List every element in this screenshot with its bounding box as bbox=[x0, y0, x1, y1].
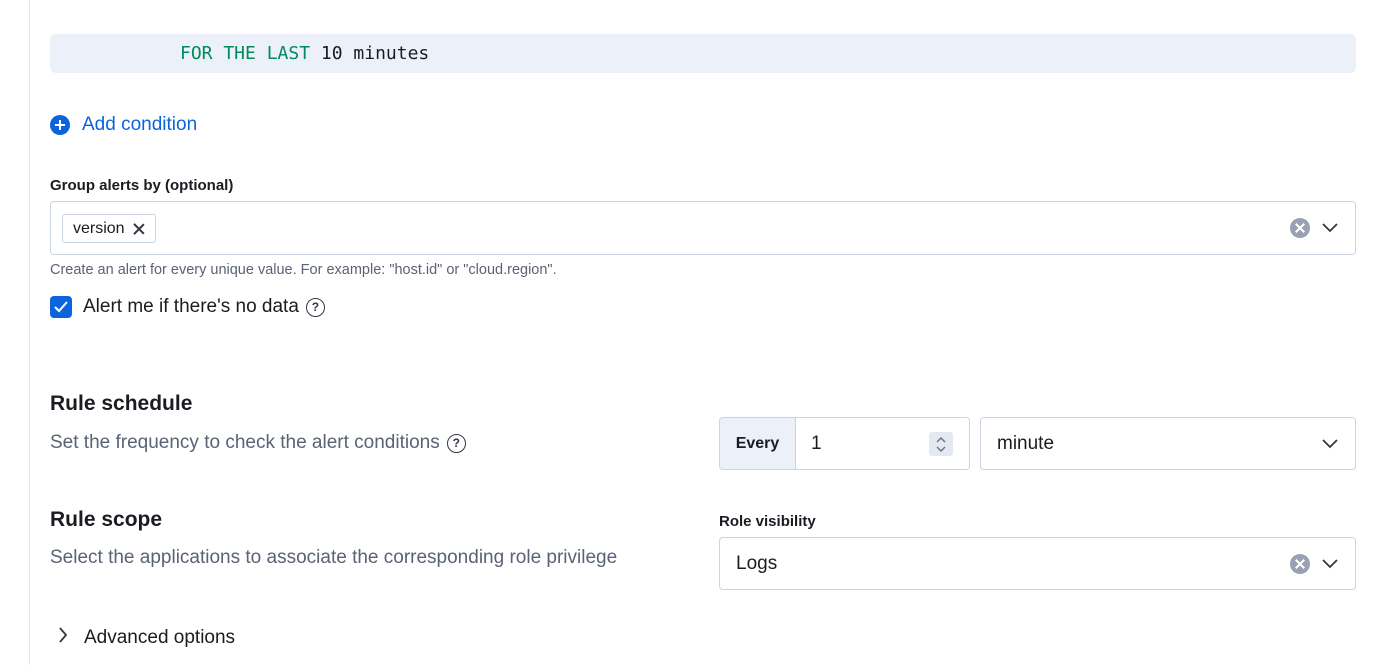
rule-scope-description-text: Select the applications to associate the… bbox=[50, 547, 618, 568]
group-by-pill: version bbox=[62, 214, 156, 243]
chevron-down-icon[interactable] bbox=[1321, 222, 1339, 234]
interval-value: 1 bbox=[811, 433, 822, 454]
clear-icon[interactable] bbox=[1290, 554, 1310, 574]
add-condition-button[interactable]: Add condition bbox=[50, 114, 197, 136]
question-icon[interactable]: ? bbox=[305, 297, 325, 317]
chevron-down-icon bbox=[1321, 438, 1339, 450]
every-prefix: Every bbox=[720, 418, 796, 469]
rule-schedule-description: Set the frequency to check the alert con… bbox=[50, 432, 440, 453]
interval-unit-value: minute bbox=[997, 433, 1055, 454]
advanced-options-toggle[interactable]: Advanced options bbox=[58, 626, 235, 649]
rule-scope-description: Select the applications to associate the… bbox=[50, 547, 617, 569]
plus-circle-icon bbox=[50, 115, 70, 135]
role-visibility-value: Logs bbox=[736, 553, 778, 574]
question-icon[interactable]: ? bbox=[446, 433, 466, 453]
group-by-help-text: Create an alert for every unique value. … bbox=[50, 262, 557, 278]
query-keyword: FOR THE LAST bbox=[180, 43, 311, 64]
interval-unit-select[interactable]: minute bbox=[980, 417, 1356, 470]
role-visibility-select[interactable]: Logs bbox=[719, 537, 1356, 590]
group-by-combobox[interactable]: version bbox=[50, 201, 1356, 255]
query-code-block: FOR THE LAST 10 minutes bbox=[50, 34, 1356, 73]
remove-pill-icon[interactable] bbox=[133, 223, 145, 235]
add-condition-label: Add condition bbox=[82, 114, 198, 135]
chevron-down-icon[interactable] bbox=[1321, 558, 1339, 570]
advanced-options-label: Advanced options bbox=[84, 626, 236, 648]
group-by-label: Group alerts by (optional) bbox=[50, 177, 234, 194]
role-visibility-label: Role visibility bbox=[719, 513, 816, 530]
number-stepper-icon[interactable] bbox=[929, 432, 953, 456]
rule-scope-title: Rule scope bbox=[50, 508, 163, 531]
query-value: 10 minutes bbox=[320, 43, 430, 64]
rule-schedule-description-row: Set the frequency to check the alert con… bbox=[50, 432, 466, 454]
no-data-checkbox[interactable] bbox=[50, 296, 72, 318]
rule-schedule-title: Rule schedule bbox=[50, 392, 193, 415]
clear-icon[interactable] bbox=[1290, 218, 1310, 238]
panel-left-border bbox=[29, 0, 30, 665]
chevron-right-icon bbox=[58, 626, 68, 649]
interval-number-input[interactable]: 1 bbox=[796, 418, 969, 469]
no-data-checkbox-row: Alert me if there's no data ? bbox=[50, 296, 325, 318]
no-data-label: Alert me if there's no data bbox=[83, 296, 299, 317]
schedule-interval-group: Every 1 bbox=[719, 417, 970, 470]
group-by-pill-label: version bbox=[73, 219, 125, 237]
query-line: FOR THE LAST 10 minutes bbox=[180, 43, 429, 64]
